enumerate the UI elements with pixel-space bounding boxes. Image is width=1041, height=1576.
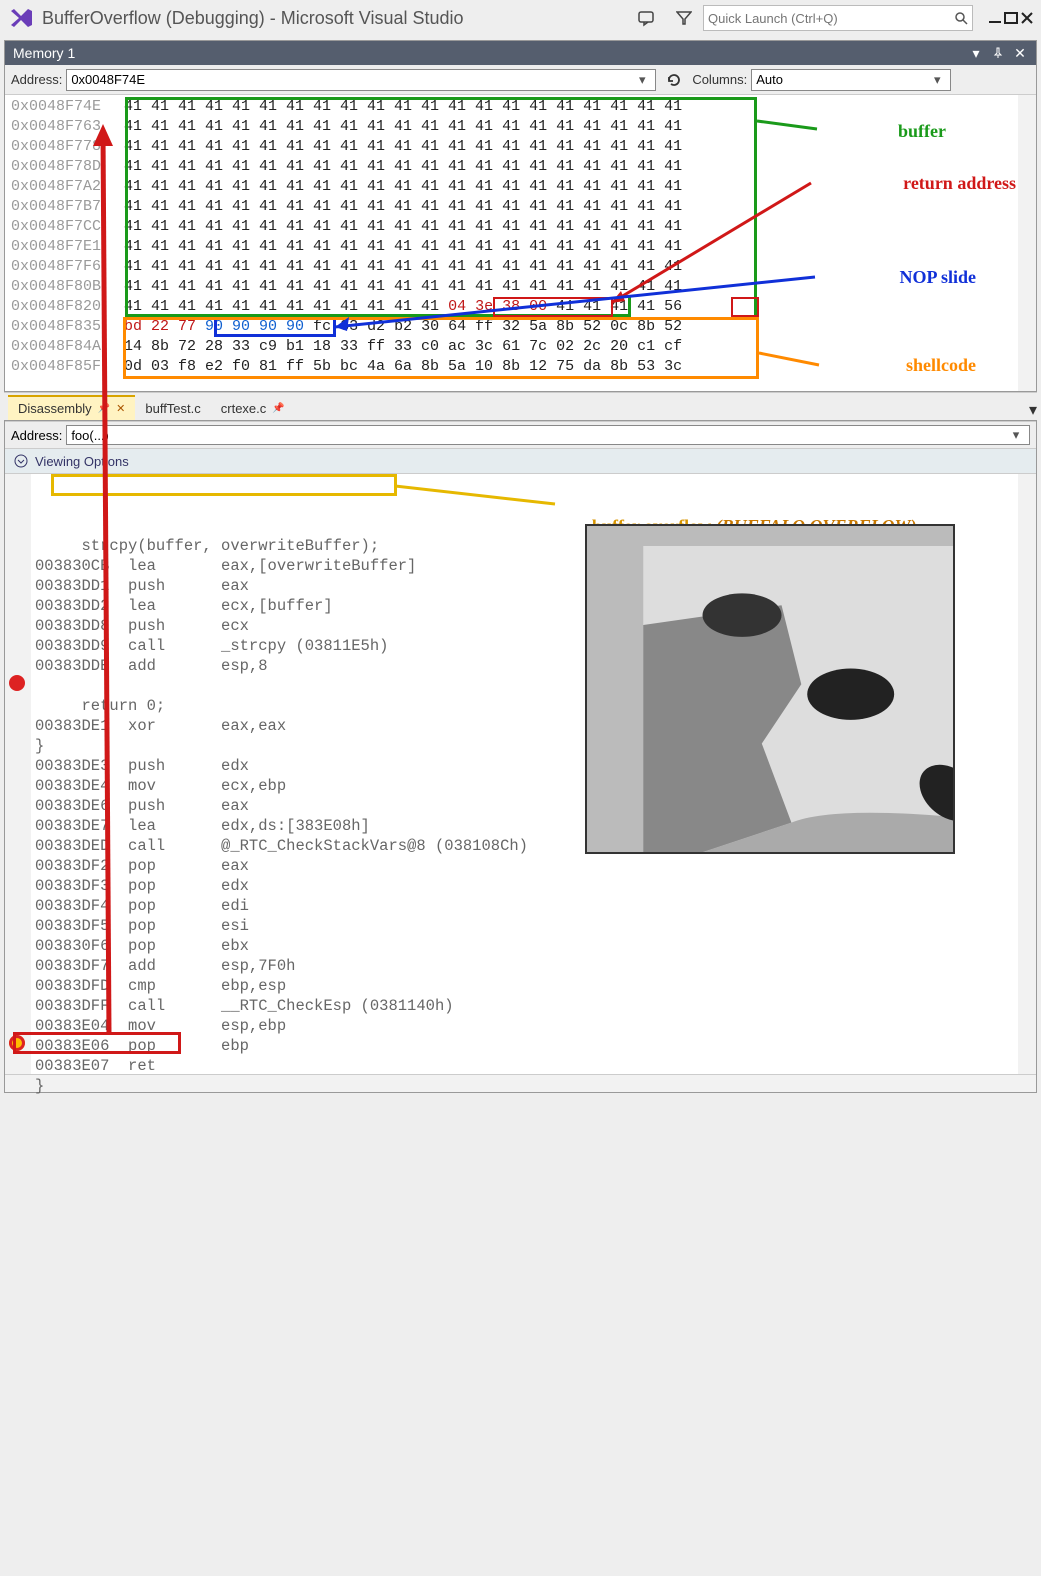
- window-title: BufferOverflow (Debugging) - Microsoft V…: [42, 8, 464, 29]
- annot-nop-slide: NOP slide: [899, 267, 976, 288]
- disasm-address-input[interactable]: foo(...) ▾: [66, 425, 1030, 445]
- hex-row: 0x0048F7CC 41 41 41 41 41 41 41 41 41 41…: [11, 217, 1030, 237]
- quick-launch-input[interactable]: [708, 11, 954, 26]
- memory-panel-header: Memory 1 ▾ ✕: [5, 41, 1036, 65]
- hex-row: 0x0048F778 41 41 41 41 41 41 41 41 41 41…: [11, 137, 1030, 157]
- disassembly-panel: Address: foo(...) ▾ Viewing Options strc…: [4, 420, 1037, 1093]
- tab-disassembly[interactable]: Disassembly 📌 ✕: [8, 395, 135, 420]
- disasm-line: 00383DF4 pop edi: [35, 896, 1036, 916]
- disassembly-toolbar: Address: foo(...) ▾: [5, 421, 1036, 449]
- hex-row: 0x0048F7E1 41 41 41 41 41 41 41 41 41 41…: [11, 237, 1030, 257]
- disasm-line: 00383DF5 pop esi: [35, 916, 1036, 936]
- disassembly-view[interactable]: strcpy(buffer, overwriteBuffer);003830CB…: [5, 474, 1036, 1074]
- hex-row: 0x0048F820 41 41 41 41 41 41 41 41 41 41…: [11, 297, 1030, 317]
- tabstrip-dropdown-icon[interactable]: ▾: [1029, 400, 1037, 420]
- window-position-icon[interactable]: ▾: [968, 45, 984, 61]
- columns-select[interactable]: Auto ▾: [751, 69, 951, 91]
- columns-value: Auto: [756, 72, 928, 87]
- maximize-button[interactable]: [1003, 10, 1019, 26]
- pin-icon[interactable]: [990, 45, 1006, 61]
- filter-icon[interactable]: [673, 7, 695, 29]
- title-bar: BufferOverflow (Debugging) - Microsoft V…: [0, 0, 1041, 36]
- hex-row: 0x0048F763 41 41 41 41 41 41 41 41 41 41…: [11, 117, 1030, 137]
- viewing-options-bar[interactable]: Viewing Options: [5, 449, 1036, 474]
- disasm-line: 00383DFF call __RTC_CheckEsp (0381140h): [35, 996, 1036, 1016]
- tab-close-icon[interactable]: ✕: [116, 402, 125, 415]
- address-label: Address:: [11, 72, 62, 87]
- memory-panel-title: Memory 1: [13, 45, 75, 61]
- hex-row: 0x0048F7B7 41 41 41 41 41 41 41 41 41 41…: [11, 197, 1030, 217]
- tab-pin-icon-2[interactable]: 📌: [272, 403, 284, 414]
- address-dropdown-icon[interactable]: ▾: [633, 72, 651, 88]
- tab-pin-icon[interactable]: 📌: [98, 403, 110, 414]
- annot-return-address: return address: [903, 173, 1016, 194]
- editor-tabstrip: Disassembly 📌 ✕ buffTest.c crtexe.c 📌 ▾: [4, 392, 1037, 420]
- memory-address-field[interactable]: [71, 72, 633, 87]
- notification-icon[interactable]: [635, 7, 657, 29]
- close-panel-icon[interactable]: ✕: [1012, 45, 1028, 61]
- strcpy-highlight-box: [51, 474, 397, 496]
- disasm-line: 00383E06 pop ebp: [35, 1036, 1036, 1056]
- collapse-icon[interactable]: [13, 453, 29, 469]
- tab-crtexe-label: crtexe.c: [221, 401, 267, 416]
- breakpoint-icon[interactable]: [9, 675, 25, 691]
- memory-address-input[interactable]: ▾: [66, 69, 656, 91]
- memory-scrollbar[interactable]: [1018, 95, 1036, 391]
- disasm-dropdown-icon[interactable]: ▾: [1007, 427, 1025, 443]
- close-button[interactable]: [1019, 10, 1035, 26]
- disasm-line: 003830F6 pop ebx: [35, 936, 1036, 956]
- annot-buffer: buffer: [898, 121, 946, 142]
- disasm-line: 00383E04 mov esp,ebp: [35, 1016, 1036, 1036]
- quick-launch[interactable]: [703, 5, 973, 31]
- refresh-button[interactable]: [662, 69, 686, 91]
- hex-row: 0x0048F84A 14 8b 72 28 33 c9 b1 18 33 ff…: [11, 337, 1030, 357]
- columns-dropdown-icon[interactable]: ▾: [928, 72, 946, 88]
- disasm-address-value: foo(...): [71, 428, 109, 443]
- hex-row: 0x0048F80B 41 41 41 41 41 41 41 41 41 41…: [11, 277, 1030, 297]
- minimize-button[interactable]: [987, 10, 1003, 26]
- disasm-line: 00383DF3 pop edx: [35, 876, 1036, 896]
- tab-bufftest-label: buffTest.c: [145, 401, 200, 416]
- current-line-icon: [9, 1035, 25, 1051]
- memory-panel: Memory 1 ▾ ✕ Address: ▾ Columns: Auto ▾ …: [4, 40, 1037, 392]
- tab-disassembly-label: Disassembly: [18, 401, 92, 416]
- disasm-line: 00383DF2 pop eax: [35, 856, 1036, 876]
- tab-bufftest[interactable]: buffTest.c: [135, 397, 210, 420]
- disasm-line: }: [35, 1076, 1036, 1096]
- arrow-strcpy: [395, 482, 565, 512]
- vs-logo-icon: [6, 3, 36, 33]
- disasm-line: 00383DF7 add esp,7F0h: [35, 956, 1036, 976]
- tab-crtexe[interactable]: crtexe.c 📌: [211, 397, 295, 420]
- columns-label: Columns:: [692, 72, 747, 87]
- memory-toolbar: Address: ▾ Columns: Auto ▾: [5, 65, 1036, 95]
- disasm-scrollbar-v[interactable]: [1018, 474, 1036, 1074]
- disasm-line: 00383DFD cmp ebp,esp: [35, 976, 1036, 996]
- hex-row: 0x0048F74E 41 41 41 41 41 41 41 41 41 41…: [11, 97, 1030, 117]
- search-icon: [954, 11, 968, 25]
- memory-hex-view[interactable]: 0x0048F74E 41 41 41 41 41 41 41 41 41 41…: [5, 95, 1036, 391]
- hex-row: 0x0048F7A2 41 41 41 41 41 41 41 41 41 41…: [11, 177, 1030, 197]
- hex-row: 0x0048F78D 41 41 41 41 41 41 41 41 41 41…: [11, 157, 1030, 177]
- disasm-gutter: [5, 474, 31, 1074]
- viewing-options-label: Viewing Options: [35, 454, 129, 469]
- hex-row: 0x0048F835 bd 22 77 90 90 90 90 fc 33 d2…: [11, 317, 1030, 337]
- hex-row: 0x0048F85F 0d 03 f8 e2 f0 81 ff 5b bc 4a…: [11, 357, 1030, 377]
- buffalo-image: [585, 524, 955, 854]
- disasm-line: 00383E07 ret: [35, 1056, 1036, 1076]
- annot-shellcode: shellcode: [906, 355, 976, 376]
- disasm-address-label: Address:: [11, 428, 62, 443]
- hex-row: 0x0048F7F6 41 41 41 41 41 41 41 41 41 41…: [11, 257, 1030, 277]
